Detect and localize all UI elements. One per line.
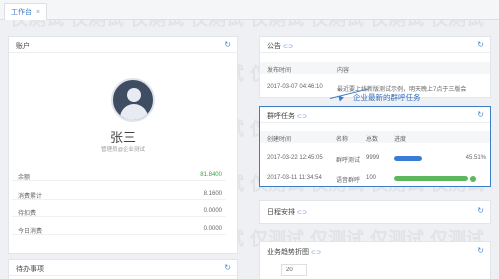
account-row-value: 81.8400 xyxy=(200,172,222,178)
account-row-value: 0.0000 xyxy=(203,226,222,232)
callout-text: 企业最新的群呼任务 xyxy=(353,93,421,102)
refresh-icon[interactable]: ↻ xyxy=(477,206,484,215)
refresh-icon[interactable]: ↻ xyxy=(477,246,484,255)
account-title: 账户 xyxy=(16,43,30,50)
column-header: 发布时间 xyxy=(267,68,292,74)
account-row: 消费累计 8.1600 xyxy=(12,189,226,200)
highlight-box xyxy=(259,106,491,187)
refresh-icon[interactable]: ↻ xyxy=(224,263,231,272)
close-icon[interactable]: × xyxy=(36,9,40,16)
refresh-icon[interactable]: ↻ xyxy=(477,40,484,49)
schedule-header: 日程安排 ⊂⊃ ↻ xyxy=(260,201,490,217)
account-row-label: 消费累计 xyxy=(18,194,43,200)
notice-title: 公告 xyxy=(267,43,281,50)
link-icon[interactable]: ⊂⊃ xyxy=(297,210,307,216)
link-icon[interactable]: ⊂⊃ xyxy=(283,44,293,50)
schedule-title: 日程安排 xyxy=(267,209,295,216)
user-name: 张三 xyxy=(109,130,136,145)
notice-time: 2017-03-07 04:46:10 xyxy=(267,84,323,90)
link-icon[interactable]: ⊂⊃ xyxy=(311,250,321,256)
account-row-label: 余额 xyxy=(18,175,31,181)
tab-bar: 工作台 × xyxy=(0,0,499,20)
business-header: 业务趋势折图 ⊂⊃ ↻ xyxy=(260,242,490,258)
todo-panel: 待办事项 ↻ xyxy=(8,259,238,279)
todo-header: 待办事项 ↻ xyxy=(9,260,237,276)
account-row-label: 待扣费 xyxy=(18,211,37,217)
account-row-value: 0.0000 xyxy=(203,208,222,214)
business-title: 业务趋势折图 xyxy=(267,249,309,256)
tab-workbench[interactable]: 工作台 × xyxy=(4,3,48,20)
account-row-value: 8.1600 xyxy=(203,191,222,197)
callout-arrow xyxy=(338,94,345,102)
notice-table-header: 发布时间 内容 xyxy=(260,62,490,74)
account-header: 账户 ↻ xyxy=(9,37,237,53)
account-row: 今日消费 0.0000 xyxy=(12,224,226,235)
account-row-label: 今日消费 xyxy=(18,229,43,235)
account-row: 待扣费 0.0000 xyxy=(12,206,226,217)
notice-panel: 公告 ⊂⊃ ↻ 发布时间 内容 2017-03-07 04:46:10 最近要上线… xyxy=(259,36,491,98)
notice-header: 公告 ⊂⊃ ↻ xyxy=(260,37,490,53)
user-org: 管理员@企业测试 xyxy=(100,147,146,153)
tab-label: 工作台 xyxy=(11,9,32,16)
todo-title: 待办事项 xyxy=(16,266,44,273)
business-count-input[interactable] xyxy=(281,264,307,276)
column-header: 内容 xyxy=(337,68,350,74)
schedule-panel: 日程安排 ⊂⊃ ↻ xyxy=(259,200,491,224)
refresh-icon[interactable]: ↻ xyxy=(224,40,231,49)
avatar xyxy=(111,78,155,122)
account-row: 余额 81.8400 xyxy=(12,170,226,181)
